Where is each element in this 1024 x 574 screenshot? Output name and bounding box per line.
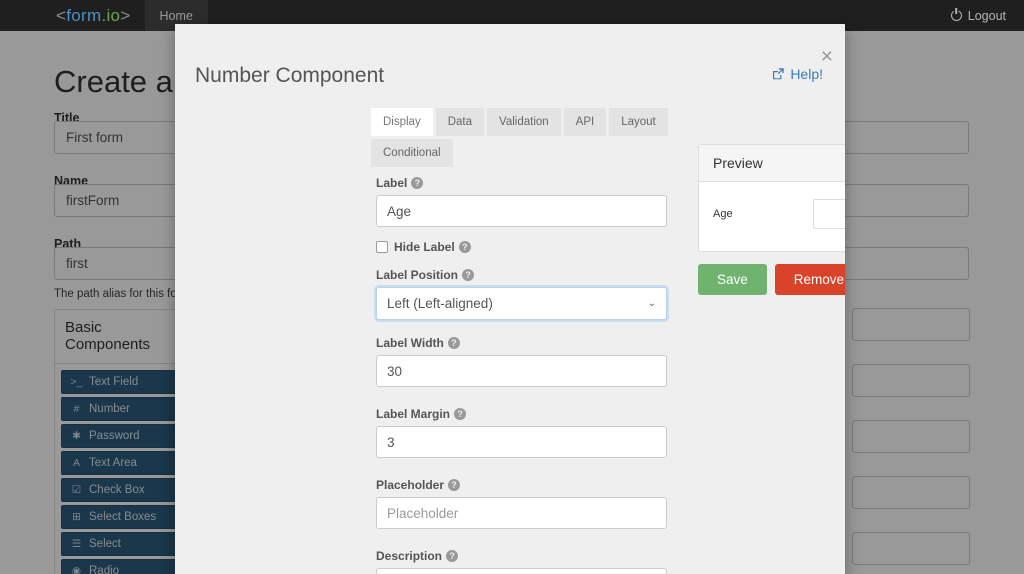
tab-validation[interactable]: Validation — [487, 108, 561, 136]
brand-logo[interactable]: <form.io> — [0, 6, 145, 26]
field-placeholder: Placeholder ? Placeholder — [376, 478, 667, 529]
logout-label: Logout — [967, 8, 1006, 23]
help-tooltip-icon[interactable]: ? — [448, 479, 461, 491]
preview-panel: Preview Age — [698, 144, 845, 252]
tab-row-primary: Display Data Validation API Layout — [371, 108, 671, 136]
modal-action-buttons: Save Remove — [698, 264, 845, 295]
preview-title: Preview — [699, 145, 845, 182]
modal-title: Number Component — [195, 64, 385, 87]
brand-right-bracket: > — [120, 5, 131, 25]
field-description: Description ? Description for this field… — [376, 549, 667, 574]
label-margin-caption: Label Margin ? — [376, 407, 667, 421]
power-icon — [950, 10, 962, 21]
description-text: Description — [376, 549, 443, 563]
field-hide-label[interactable]: Hide Label ? — [376, 240, 667, 254]
tab-api[interactable]: API — [563, 108, 607, 136]
chevron-down-icon: ⌄ — [647, 298, 656, 309]
placeholder-text: Placeholder — [376, 478, 445, 492]
help-tooltip-icon[interactable]: ? — [454, 408, 467, 420]
field-label-text: Label — [376, 176, 408, 190]
hide-label-text: Hide Label — [394, 240, 455, 254]
field-label-position: Label Position ? Left (Left-aligned) ⌄ — [376, 268, 667, 320]
number-component-modal: × Number Component Help! Display Data Va… — [175, 24, 845, 574]
tab-layout[interactable]: Layout — [609, 108, 668, 136]
preview-field-label: Age — [713, 208, 733, 220]
help-tooltip-icon[interactable]: ? — [411, 177, 424, 189]
external-link-icon — [771, 67, 785, 81]
label-position-select[interactable]: Left (Left-aligned) ⌄ — [376, 287, 667, 320]
field-label: Label ? Age — [376, 176, 667, 227]
modal-tabs: Display Data Validation API Layout Condi… — [371, 108, 671, 170]
preview-body: Age — [699, 182, 845, 251]
app-root: <form.io> Home Logout Create a Form Titl… — [0, 0, 1024, 574]
field-label-margin: Label Margin ? 3 — [376, 407, 667, 458]
tab-row-secondary: Conditional — [371, 139, 671, 167]
brand-name: form — [66, 5, 102, 25]
description-caption: Description ? — [376, 549, 667, 563]
label-margin-input[interactable]: 3 — [376, 426, 667, 458]
label-margin-text: Label Margin — [376, 407, 451, 421]
tab-data[interactable]: Data — [435, 108, 485, 136]
brand-left-bracket: < — [56, 5, 67, 25]
label-input[interactable]: Age — [376, 195, 667, 227]
hide-label-caption: Hide Label ? — [394, 240, 471, 254]
field-label-width: Label Width ? 30 — [376, 336, 667, 387]
remove-button[interactable]: Remove — [774, 264, 845, 295]
placeholder-input[interactable]: Placeholder — [376, 497, 667, 529]
help-tooltip-icon[interactable]: ? — [447, 337, 460, 349]
tab-display[interactable]: Display — [371, 108, 433, 136]
description-input[interactable]: Description for this field. — [376, 568, 667, 574]
brand-domain: .io — [101, 5, 121, 25]
close-icon[interactable]: × — [821, 46, 833, 67]
help-link[interactable]: Help! — [771, 66, 823, 82]
label-position-caption: Label Position ? — [376, 268, 667, 282]
help-tooltip-icon[interactable]: ? — [458, 241, 471, 253]
tab-conditional[interactable]: Conditional — [371, 139, 453, 167]
placeholder-caption: Placeholder ? — [376, 478, 667, 492]
label-width-caption: Label Width ? — [376, 336, 667, 350]
help-tooltip-icon[interactable]: ? — [462, 269, 475, 281]
field-label-caption: Label ? — [376, 176, 667, 190]
save-button[interactable]: Save — [698, 264, 767, 295]
hide-label-checkbox[interactable] — [376, 241, 388, 253]
help-tooltip-icon[interactable]: ? — [446, 550, 459, 562]
logout-button[interactable]: Logout — [933, 0, 1024, 31]
display-settings-form: Label ? Age Hide Label ? Label Position … — [376, 176, 667, 574]
preview-field-input[interactable] — [813, 199, 845, 229]
label-position-value: Left (Left-aligned) — [387, 296, 493, 311]
label-position-text: Label Position — [376, 268, 459, 282]
label-width-text: Label Width — [376, 336, 444, 350]
help-label: Help! — [790, 66, 823, 82]
label-width-input[interactable]: 30 — [376, 355, 667, 387]
